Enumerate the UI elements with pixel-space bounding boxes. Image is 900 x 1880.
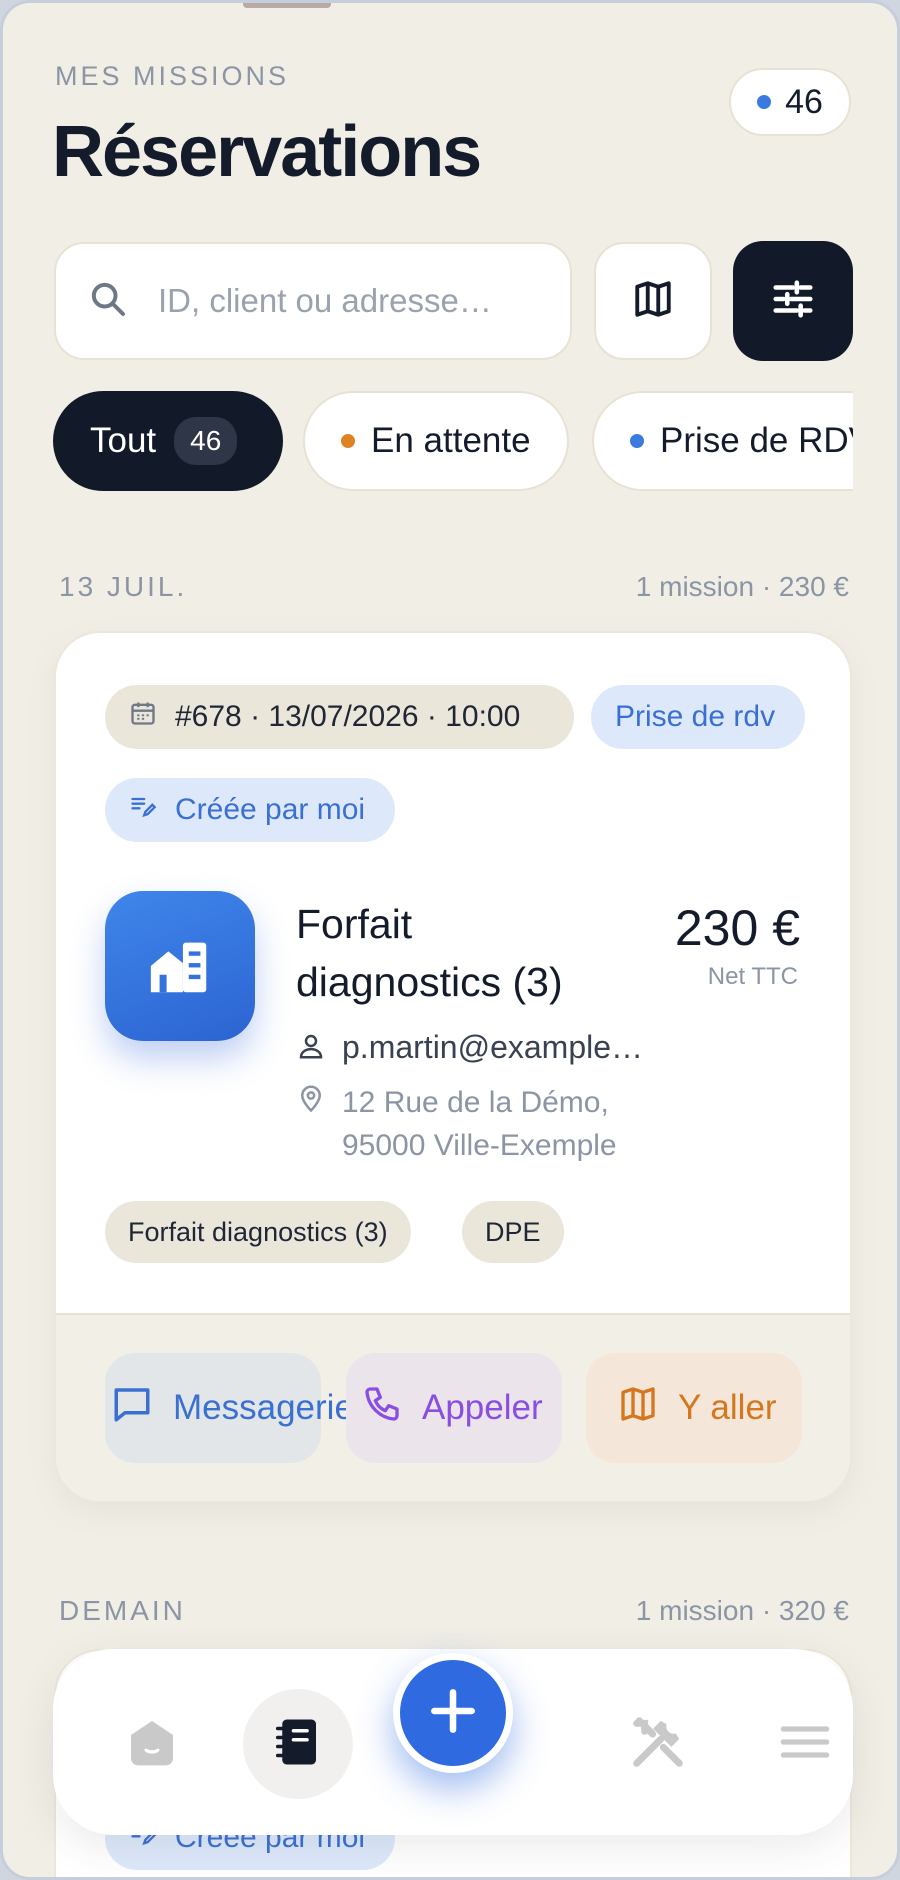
status-dot [341, 434, 355, 448]
filter-chip-all[interactable]: Tout 46 [53, 391, 283, 491]
group-summary: 1 mission · 320 € [635, 1595, 849, 1626]
status-filter-chips: Tout 46 En attente Prise de RDV [53, 391, 853, 491]
mission-origin: Créée par moi [175, 793, 366, 826]
filters-button[interactable] [733, 241, 853, 361]
mission-price: 230 € [674, 900, 800, 956]
user-icon [296, 1029, 326, 1071]
tab-tools[interactable] [603, 1689, 713, 1799]
date-group-header: 13 JUIL. 1 mission · 230 € [59, 571, 849, 603]
filter-chip-pending[interactable]: En attente [303, 391, 569, 491]
address-line-1: 12 Rue de la Démo, [342, 1086, 609, 1119]
call-button[interactable]: Appeler [346, 1353, 562, 1463]
filter-chip-label: Tout [90, 421, 157, 460]
page-title: Réservations [52, 112, 482, 192]
message-button[interactable]: Messagerie [105, 1353, 354, 1463]
service-chip: DPE [462, 1201, 564, 1263]
service-title: Forfait diagnostics (3) [296, 901, 563, 1005]
mission-status-tag: Prise de rdv [591, 685, 805, 749]
address-line: 12 Rue de la Démo, 95000 Ville-Exemple [296, 1081, 617, 1167]
tab-bookings[interactable] [243, 1689, 353, 1799]
note-edit-icon [129, 792, 157, 828]
price-note: Net TTC [707, 963, 798, 990]
group-summary: 1 mission · 230 € [635, 571, 849, 602]
tab-home[interactable] [97, 1689, 207, 1799]
notebook-icon [271, 1715, 325, 1774]
search-placeholder: ID, client ou adresse… [158, 282, 492, 319]
home-icon [124, 1714, 180, 1775]
group-date: 13 JUIL. [59, 571, 188, 602]
service-chip: Forfait diagnostics (3) [105, 1201, 411, 1263]
message-button-label: Messagerie [173, 1388, 354, 1427]
calendar-icon [129, 699, 157, 735]
top-handle [243, 3, 331, 8]
app-screen: MES MISSIONS Réservations 46 ID, client … [0, 0, 900, 1880]
status-dot [757, 95, 772, 109]
mission-ref-tag: #678 · 13/07/2026 · 10:00 [105, 685, 574, 749]
call-button-label: Appeler [422, 1388, 543, 1427]
filter-chip-count: 46 [174, 417, 238, 465]
directions-button-label: Y aller [678, 1388, 777, 1427]
status-dot [630, 434, 644, 448]
filter-chip-appointment[interactable]: Prise de RDV [592, 391, 853, 491]
mission-ref: #678 · 13/07/2026 · 10:00 [175, 700, 521, 733]
map-icon [632, 278, 674, 325]
location-pin-icon [296, 1081, 326, 1127]
menu-icon [779, 1722, 831, 1767]
map-view-button[interactable] [594, 242, 712, 360]
map-icon [618, 1384, 658, 1433]
phone-icon [362, 1384, 402, 1433]
filter-chip-label: En attente [371, 421, 531, 460]
chat-icon [111, 1383, 153, 1434]
search-icon [88, 279, 128, 324]
directions-button[interactable]: Y aller [586, 1353, 802, 1463]
date-group-header: DEMAIN 1 mission · 320 € [59, 1595, 849, 1627]
tools-icon [626, 1710, 690, 1779]
group-date: DEMAIN [59, 1595, 186, 1626]
property-icon [105, 891, 255, 1041]
total-count-badge: 46 [729, 68, 851, 136]
add-mission-button[interactable] [393, 1653, 513, 1773]
mission-address: 12 Rue de la Démo, 95000 Ville-Exemple [342, 1081, 617, 1167]
total-count: 46 [785, 82, 823, 121]
address-line-2: 95000 Ville-Exemple [342, 1129, 617, 1162]
filter-chip-label: Prise de RDV [660, 421, 853, 460]
client-line: p.martin@example… [296, 1029, 643, 1071]
tab-menu[interactable] [750, 1689, 860, 1799]
mission-origin-tag: Créée par moi [105, 778, 395, 842]
mission-card[interactable]: #678 · 13/07/2026 · 10:00 Prise de rdv C… [54, 631, 852, 1503]
search-input[interactable]: ID, client ou adresse… [54, 242, 572, 360]
section-eyebrow: MES MISSIONS [55, 61, 290, 91]
plus-icon [425, 1683, 481, 1744]
client-email: p.martin@example… [342, 1029, 644, 1065]
sliders-icon [770, 276, 816, 327]
